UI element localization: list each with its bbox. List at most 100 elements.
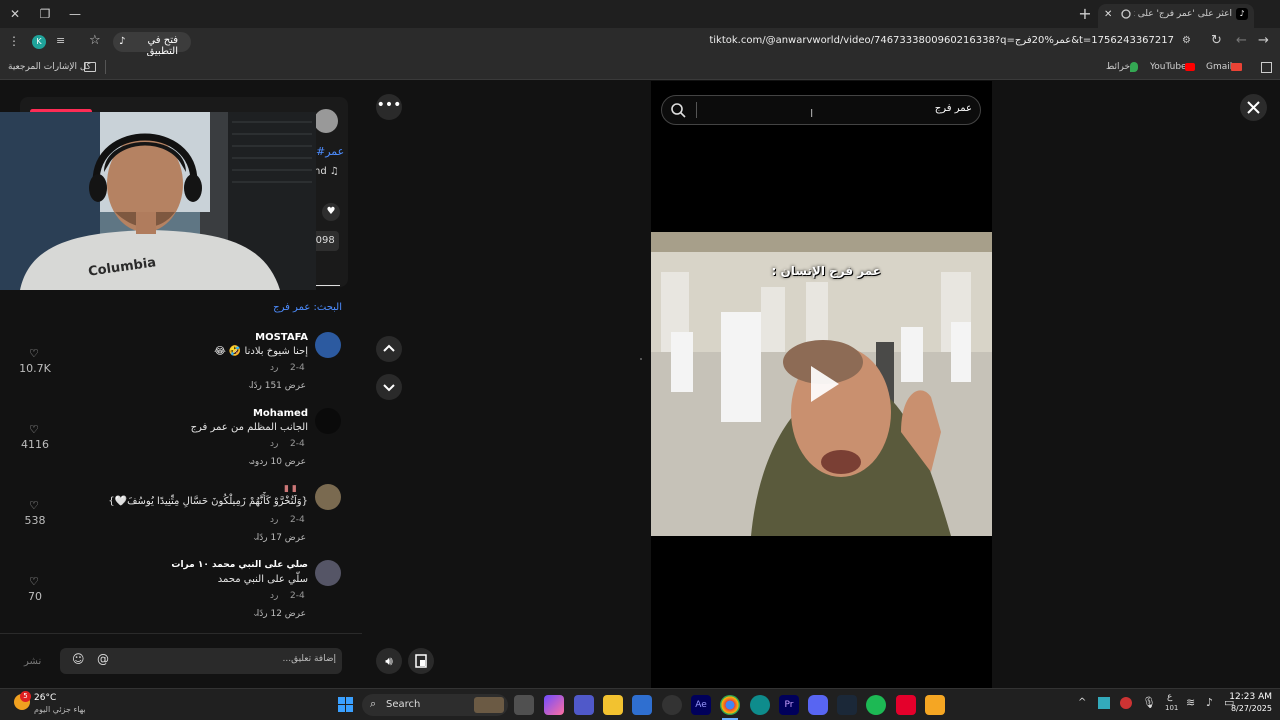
teams-icon[interactable]: [574, 695, 594, 715]
restore-window-button[interactable]: ❐: [37, 6, 53, 22]
app-red-icon[interactable]: [896, 695, 916, 715]
close-icon: [1247, 101, 1260, 114]
like-heart-icon[interactable]: ♡: [29, 347, 41, 360]
file-explorer-icon[interactable]: [603, 695, 623, 715]
url-text[interactable]: tiktok.com/@anwarvworld/video/7467333800…: [690, 35, 1174, 46]
comment-avatar[interactable]: [315, 332, 341, 358]
comment-input-box[interactable]: إضافة تعليق... ☺ @: [60, 648, 342, 674]
edge-icon[interactable]: [750, 695, 770, 715]
post-button[interactable]: نشر: [24, 656, 41, 667]
like-heart-icon[interactable]: ♡: [29, 499, 41, 512]
weather-desc[interactable]: بهاء جزئي اليوم: [34, 705, 86, 714]
new-tab-button[interactable]: +: [1077, 6, 1093, 22]
video-hashtag[interactable]: #عمر: [316, 145, 344, 158]
steam-icon[interactable]: [837, 695, 857, 715]
emoji-icon[interactable]: ☺: [72, 652, 85, 666]
chevron-down-icon: ⌄: [247, 457, 255, 467]
microphone-icon[interactable]: 🎙︎: [1142, 696, 1156, 709]
clock-date[interactable]: 8/27/2025: [1222, 704, 1272, 713]
close-window-button[interactable]: ✕: [7, 6, 23, 22]
profile-avatar[interactable]: K: [32, 35, 46, 49]
more-options-button[interactable]: •••: [376, 94, 402, 120]
youtube-bookmark[interactable]: YouTube: [1150, 62, 1187, 72]
windows-logo-icon: [338, 697, 353, 712]
next-video-button[interactable]: [376, 374, 402, 400]
all-bookmarks-link[interactable]: كل الإشارات المرجعية: [8, 62, 91, 72]
language-indicator[interactable]: ع: [1167, 692, 1172, 702]
taskbar-search[interactable]: ⌕ Search: [362, 694, 508, 716]
search-context-text: البحث: عمر فرج: [273, 302, 342, 313]
open-in-app-button[interactable]: ♪ فتح في التطبيق: [113, 32, 191, 57]
like-count: 70: [28, 590, 42, 603]
back-icon[interactable]: →: [1258, 33, 1269, 48]
bookmark-star-icon[interactable]: ☆: [89, 33, 101, 48]
like-heart-icon[interactable]: ♡: [29, 423, 41, 436]
comment-item: Mohamed الجانب المظلم من عمر فرج 2-4 رد …: [0, 406, 362, 476]
spotify-icon[interactable]: [866, 695, 886, 715]
wifi-icon[interactable]: ≋: [1186, 696, 1195, 709]
site-settings-icon[interactable]: ⚙: [1182, 35, 1196, 49]
comment-input-placeholder: إضافة تعليق...: [282, 654, 336, 664]
close-player-button[interactable]: [1240, 94, 1267, 121]
comment-text: إحنا شيوخ بلادنا 🤣 😂: [214, 346, 308, 357]
discord-icon[interactable]: [808, 695, 828, 715]
webcam-overlay: Columbia: [0, 112, 316, 290]
comment-avatar[interactable]: [315, 484, 341, 510]
reload-icon[interactable]: ↻: [1211, 33, 1222, 48]
heart-icon[interactable]: ♥: [322, 203, 340, 221]
menu-icon[interactable]: ⋮: [8, 34, 20, 48]
music-label[interactable]: nd ♫: [314, 166, 339, 177]
creator-avatar[interactable]: [314, 109, 338, 133]
comment-avatar[interactable]: [315, 560, 341, 586]
after-effects-icon[interactable]: Ae: [691, 695, 711, 715]
previous-video-button[interactable]: [376, 336, 402, 362]
play-icon[interactable]: [803, 362, 843, 406]
reply-link[interactable]: رد: [270, 439, 278, 449]
search-input[interactable]: عمر فرج: [722, 103, 972, 114]
tray-overflow-icon[interactable]: ^: [1078, 697, 1086, 708]
app-orange-icon[interactable]: [925, 695, 945, 715]
picture-in-picture-button[interactable]: [408, 648, 434, 674]
apps-grid-icon[interactable]: [1261, 62, 1272, 73]
like-heart-icon[interactable]: ♡: [29, 575, 41, 588]
volume-button[interactable]: 🔊︎: [376, 648, 402, 674]
chevron-down-icon: [383, 384, 395, 392]
tray-app-icon[interactable]: [1098, 697, 1110, 709]
volume-icon[interactable]: ♪: [1206, 696, 1213, 709]
search-context-label[interactable]: البحث: عمر فرج: [120, 302, 342, 313]
close-tab-icon[interactable]: ✕: [1104, 9, 1116, 21]
forward-icon[interactable]: ←: [1236, 33, 1247, 48]
search-box[interactable]: عمر فرج: [661, 95, 981, 125]
bookmarks-divider: [105, 60, 106, 74]
search-highlight-image: [474, 697, 504, 713]
maps-bookmark[interactable]: خرائط: [1106, 62, 1130, 72]
comment-text: الجانب المظلم من عمر فرج: [190, 422, 308, 433]
comment-author[interactable]: Mohamed: [100, 408, 308, 419]
comment-item: MOSTAFA إحنا شيوخ بلادنا 🤣 😂 2-4 رد عرض …: [0, 330, 362, 400]
chrome-icon[interactable]: [720, 695, 740, 715]
comment-author[interactable]: MOSTAFA: [100, 332, 308, 343]
reading-list-icon[interactable]: ≡: [56, 34, 65, 47]
comment-date: 2-4: [290, 439, 305, 449]
gmail-bookmark[interactable]: Gmail: [1206, 62, 1232, 72]
comment-text: سلّي على النبي محمد: [217, 574, 308, 585]
comment-author[interactable]: صلي على النبي محمد ١٠ مرات: [100, 560, 308, 570]
premiere-icon[interactable]: Pr: [779, 695, 799, 715]
mention-icon[interactable]: @: [97, 652, 109, 666]
weather-temp[interactable]: 26°C: [34, 693, 56, 703]
reply-link[interactable]: رد: [270, 515, 278, 525]
active-tab[interactable]: ✕ اعثر على 'عمر فرج' على TikTok ♪: [1098, 4, 1254, 28]
copilot-icon[interactable]: [544, 695, 564, 715]
start-button[interactable]: [338, 697, 353, 712]
tray-app2-icon[interactable]: [1120, 697, 1132, 709]
reply-link[interactable]: رد: [270, 591, 278, 601]
minimize-window-button[interactable]: —: [67, 6, 83, 22]
video-frame[interactable]: عمر فرج الإنسان :: [651, 232, 992, 536]
github-icon[interactable]: [662, 695, 682, 715]
reply-link[interactable]: رد: [270, 363, 278, 373]
search-icon[interactable]: [670, 102, 686, 118]
store-icon[interactable]: [632, 695, 652, 715]
comment-avatar[interactable]: [315, 408, 341, 434]
clock-time[interactable]: 12:23 AM: [1224, 692, 1272, 702]
task-view-icon[interactable]: [514, 695, 534, 715]
